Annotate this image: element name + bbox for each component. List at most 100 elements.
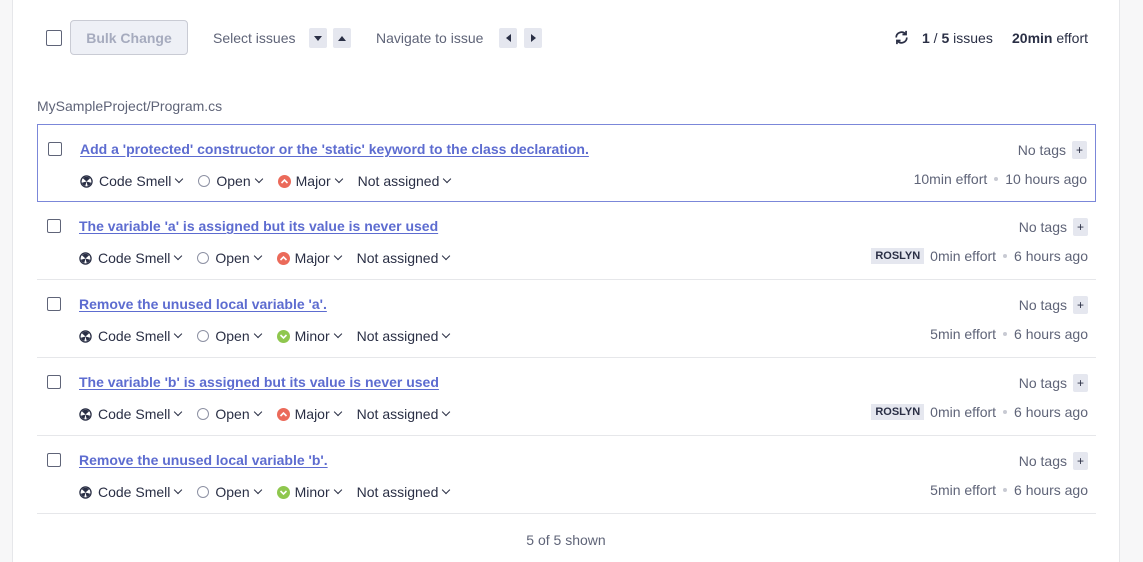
open-status-icon [197, 486, 210, 498]
issue-status-dropdown[interactable]: Open [197, 406, 262, 422]
issue-status-dropdown[interactable]: Open [197, 484, 262, 500]
reload-icon[interactable] [893, 29, 910, 46]
issue-status-label: Open [215, 250, 250, 266]
chevron-down-icon [443, 174, 452, 184]
issue-type-dropdown[interactable]: Code Smell [80, 173, 184, 189]
issue-tags[interactable]: No tags + [1019, 296, 1088, 314]
issue-assignee-dropdown[interactable]: Not assigned [357, 484, 451, 500]
rule-badge: ROSLYN [871, 404, 925, 420]
issue-status-dropdown[interactable]: Open [198, 173, 263, 189]
separator-dot [1003, 254, 1008, 258]
add-tag-button[interactable]: + [1073, 452, 1088, 470]
navigate-next-button[interactable] [524, 28, 542, 48]
issue-item[interactable]: Remove the unused local variable 'b'. Co… [37, 436, 1096, 514]
bulk-change-button[interactable]: Bulk Change [70, 20, 188, 55]
issue-title-link[interactable]: The variable 'a' is assigned but its val… [79, 218, 438, 234]
issue-checkbox[interactable] [48, 142, 62, 156]
issue-assignee-dropdown[interactable]: Not assigned [358, 173, 452, 189]
file-path: MySampleProject/Program.cs [37, 98, 223, 114]
issue-severity-label: Minor [294, 328, 330, 344]
issue-attributes: Code Smell Open Minor Not assigned [79, 483, 451, 501]
issue-time: 6 hours ago [1014, 326, 1088, 342]
issue-severity-label: Major [295, 173, 331, 189]
issue-assignee-label: Not assigned [356, 328, 439, 344]
select-issues-label: Select issues [213, 30, 296, 46]
issue-status-label: Open [215, 406, 250, 422]
tags-label: No tags [1018, 375, 1067, 391]
issue-effort: 0min effort [930, 248, 997, 264]
issue-tags[interactable]: No tags + [1019, 452, 1088, 470]
issue-item[interactable]: The variable 'a' is assigned but its val… [37, 202, 1096, 280]
issue-tags[interactable]: No tags + [1019, 374, 1088, 392]
separator-dot [1003, 488, 1008, 492]
add-tag-button[interactable]: + [1073, 296, 1088, 314]
severity-arrow-icon [279, 333, 287, 339]
issue-title-link[interactable]: Remove the unused local variable 'a'. [79, 296, 327, 312]
issue-type-dropdown[interactable]: Code Smell [79, 484, 183, 500]
issue-item[interactable]: Add a 'protected' constructor or the 'st… [37, 124, 1096, 202]
issue-severity-dropdown[interactable]: Minor [276, 484, 342, 500]
arrow-left-icon [505, 34, 511, 42]
issue-status-dropdown[interactable]: Open [197, 328, 262, 344]
issue-type-dropdown[interactable]: Code Smell [79, 328, 183, 344]
navigate-previous-button[interactable] [499, 28, 517, 48]
chevron-down-icon [254, 174, 263, 184]
issue-count: 1 / 5 issues [922, 30, 993, 46]
add-tag-button[interactable]: + [1073, 218, 1088, 236]
issue-title-link[interactable]: The variable 'b' is assigned but its val… [79, 374, 439, 390]
code-smell-icon [79, 485, 92, 499]
code-smell-icon [79, 407, 92, 421]
code-smell-icon [79, 329, 92, 343]
chevron-down-icon [174, 329, 183, 339]
add-tag-button[interactable]: + [1072, 141, 1087, 159]
chevron-down-icon [442, 407, 451, 417]
select-all-checkbox[interactable] [46, 30, 62, 46]
issue-checkbox[interactable] [47, 297, 61, 311]
issue-assignee-dropdown[interactable]: Not assigned [357, 250, 451, 266]
issue-item[interactable]: The variable 'b' is assigned but its val… [37, 358, 1096, 436]
issue-title-link[interactable]: Add a 'protected' constructor or the 'st… [80, 141, 589, 157]
issue-attributes: Code Smell Open Major Not assigned [79, 405, 451, 423]
code-smell-icon [80, 174, 93, 188]
chevron-down-icon [442, 329, 451, 339]
issue-type-label: Code Smell [98, 484, 171, 500]
open-status-icon [198, 175, 211, 187]
add-tag-button[interactable]: + [1073, 374, 1088, 392]
issue-severity-label: Major [294, 250, 330, 266]
issue-title-link[interactable]: Remove the unused local variable 'b'. [79, 452, 328, 468]
chevron-down-icon [442, 251, 451, 261]
arrow-right-icon [530, 34, 536, 42]
issue-severity-dropdown[interactable]: Major [276, 406, 342, 422]
issue-tags[interactable]: No tags + [1019, 218, 1088, 236]
issue-checkbox[interactable] [47, 219, 61, 233]
severity-icon [276, 251, 290, 265]
issue-assignee-dropdown[interactable]: Not assigned [356, 328, 451, 344]
shown-count: 5 of 5 shown [526, 532, 606, 548]
issue-effort: 5min effort [930, 326, 997, 342]
issue-type-dropdown[interactable]: Code Smell [79, 250, 183, 266]
select-next-issue-button[interactable] [309, 28, 327, 48]
tags-label: No tags [1018, 453, 1067, 469]
issue-severity-dropdown[interactable]: Minor [276, 328, 342, 344]
chevron-down-icon [334, 174, 343, 184]
issue-severity-dropdown[interactable]: Major [276, 250, 342, 266]
select-previous-issue-button[interactable] [333, 28, 351, 48]
issue-attributes: Code Smell Open Major Not assigned [80, 172, 452, 190]
severity-arrow-icon [279, 411, 287, 417]
chevron-down-icon [333, 485, 342, 495]
issue-checkbox[interactable] [47, 375, 61, 389]
issue-time: 6 hours ago [1014, 404, 1088, 420]
issue-tags[interactable]: No tags + [1018, 141, 1087, 159]
arrow-up-icon [338, 35, 346, 41]
severity-arrow-icon [280, 178, 288, 184]
issue-severity-dropdown[interactable]: Major [277, 173, 343, 189]
issue-item[interactable]: Remove the unused local variable 'a'. Co… [37, 280, 1096, 358]
issue-status-dropdown[interactable]: Open [197, 250, 262, 266]
issue-assignee-dropdown[interactable]: Not assigned [357, 406, 451, 422]
tags-label: No tags [1017, 142, 1066, 158]
issue-type-dropdown[interactable]: Code Smell [79, 406, 183, 422]
issue-checkbox[interactable] [47, 453, 61, 467]
issues-panel: Bulk Change Select issues Navigate to is… [12, 0, 1120, 562]
chevron-down-icon [333, 251, 342, 261]
issue-effort: 0min effort [930, 404, 997, 420]
